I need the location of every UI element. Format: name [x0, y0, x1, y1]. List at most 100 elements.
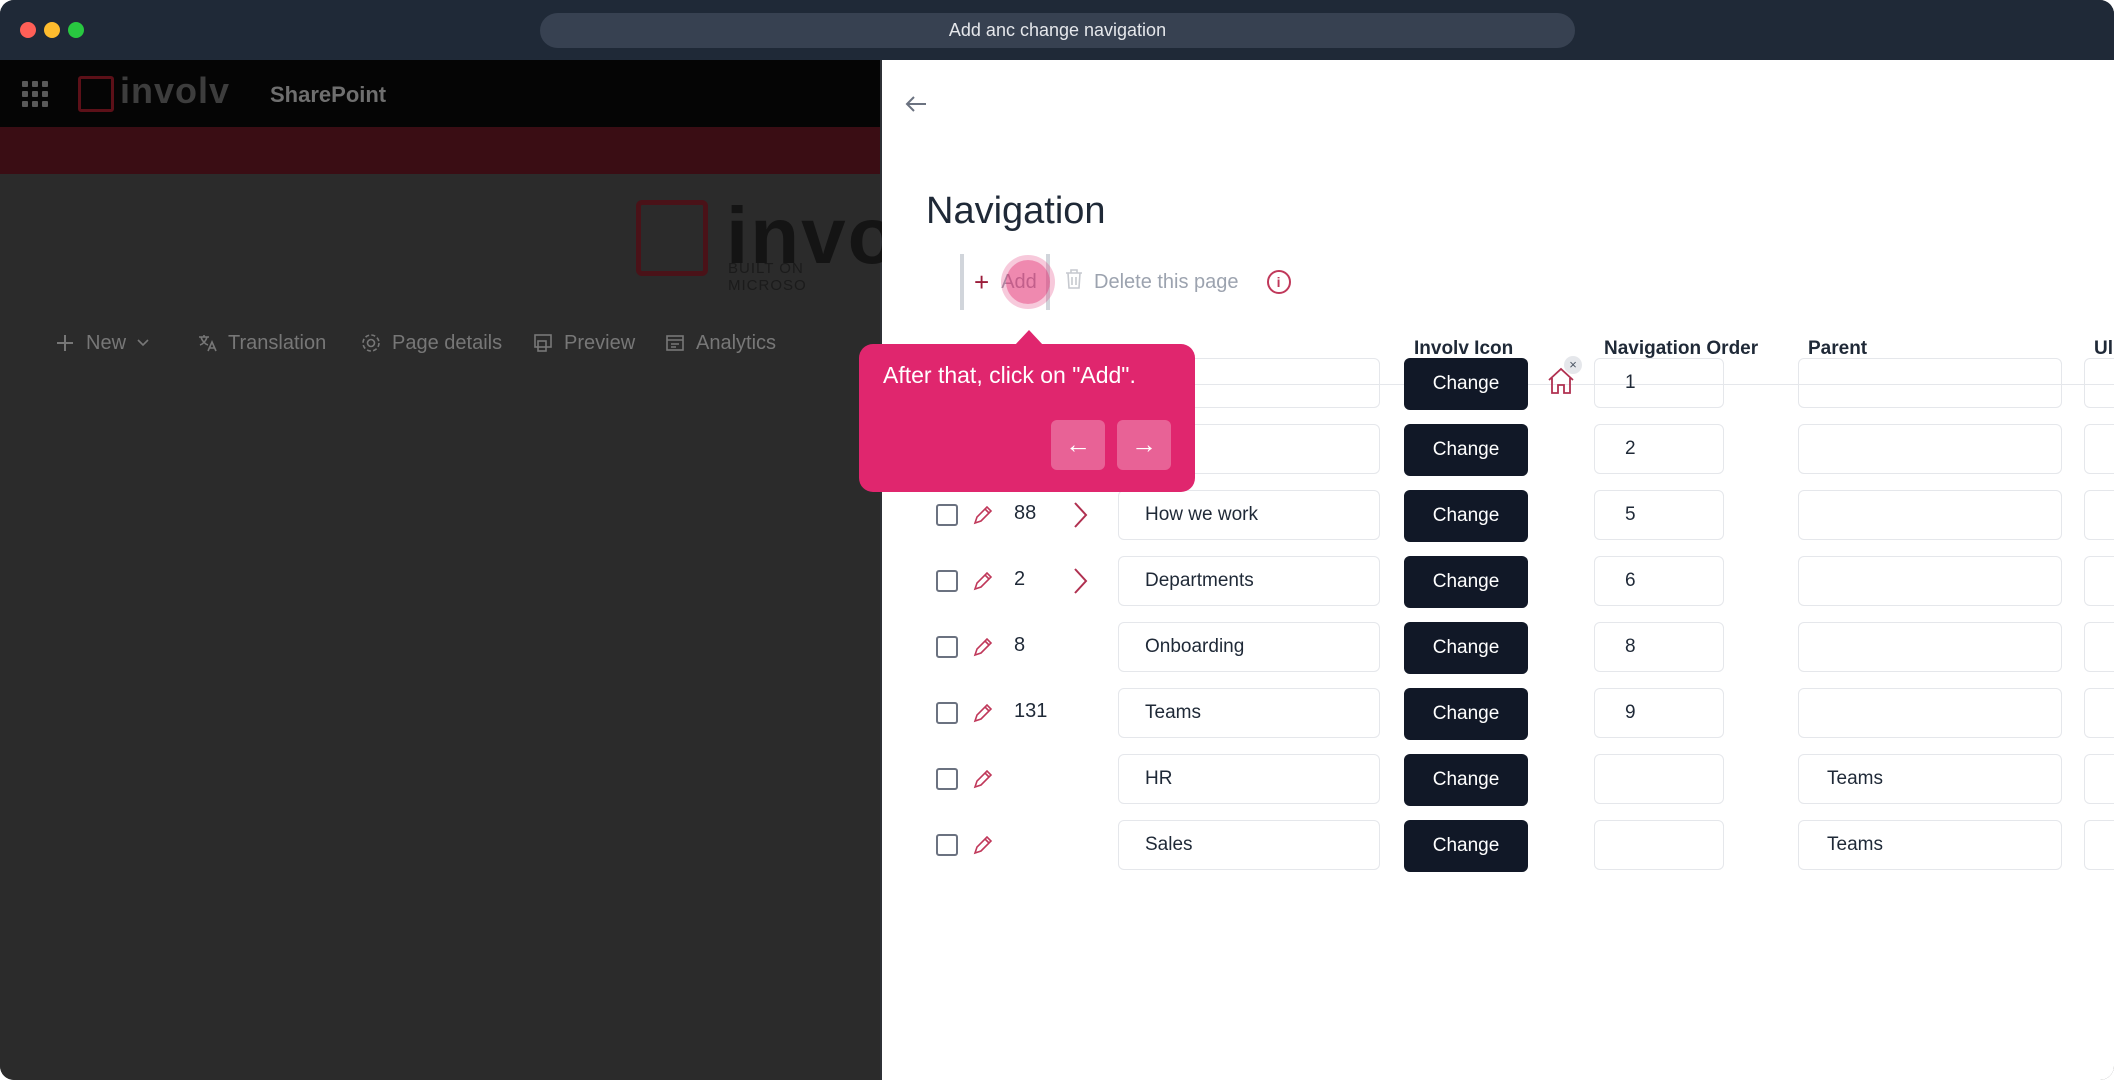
minimize-window-button[interactable] [44, 22, 60, 38]
back-arrow-icon[interactable] [902, 90, 932, 120]
url-field[interactable] [2084, 556, 2114, 606]
parent-field[interactable] [1798, 688, 2062, 738]
browser-window: Add anc change navigation involv SharePo… [0, 0, 2114, 1080]
nav-order-field[interactable] [1594, 754, 1724, 804]
click-highlight [1006, 260, 1050, 304]
row-checkbox[interactable] [936, 636, 958, 658]
analytics-icon [664, 332, 686, 354]
plus-icon: + [974, 267, 990, 297]
window-title: Add anc change navigation [540, 13, 1575, 48]
new-command-label: New [86, 331, 127, 354]
suite-bar: involv SharePoint [0, 60, 880, 127]
parent-field[interactable]: Teams [1798, 754, 2062, 804]
chevron-right-icon[interactable] [1070, 500, 1090, 530]
app-launcher-icon[interactable] [22, 81, 48, 107]
page-details-command-label: Page details [392, 331, 503, 354]
close-window-button[interactable] [20, 22, 36, 38]
analytics-command[interactable]: Analytics [664, 328, 776, 358]
table-row: 88 How we work Change 5 [882, 486, 2114, 546]
pencil-icon[interactable] [970, 700, 996, 726]
preview-icon [532, 332, 554, 354]
nav-order-field[interactable]: 2 [1594, 424, 1724, 474]
analytics-command-label: Analytics [696, 331, 777, 354]
add-button[interactable]: + Add [960, 254, 1050, 310]
change-icon-button[interactable]: Change [1404, 688, 1528, 740]
sharepoint-page: involv SharePoint invo BUILT ON MICROSO … [0, 60, 896, 1080]
table-row: HR Change Teams [882, 750, 2114, 810]
row-checkbox[interactable] [936, 834, 958, 856]
navigation-panel: Navigation + Add Delete this page i Invo… [882, 60, 2114, 1080]
nav-order-field[interactable] [1594, 820, 1724, 870]
url-field[interactable] [2084, 820, 2114, 870]
chevron-down-icon [136, 332, 150, 355]
page-details-command[interactable]: Page details [360, 328, 502, 358]
row-checkbox[interactable] [936, 768, 958, 790]
row-checkbox[interactable] [936, 504, 958, 526]
change-icon-button[interactable]: Change [1404, 820, 1528, 872]
tooltip-text: After that, click on "Add". [883, 362, 1136, 388]
site-logo-subtitle: BUILT ON MICROSO [728, 260, 807, 294]
parent-field[interactable] [1798, 424, 2062, 474]
parent-field[interactable]: Teams [1798, 820, 2062, 870]
delete-page-label: Delete this page [1094, 270, 1239, 293]
nav-name-field[interactable]: Onboarding [1118, 622, 1380, 672]
preview-command-label: Preview [564, 331, 636, 354]
nav-order-field[interactable]: 9 [1594, 688, 1724, 738]
parent-field[interactable] [1798, 358, 2062, 408]
change-icon-button[interactable]: Change [1404, 424, 1528, 476]
parent-field[interactable] [1798, 556, 2062, 606]
preview-command[interactable]: Preview [532, 328, 635, 358]
translate-icon [196, 332, 218, 354]
url-field[interactable] [2084, 754, 2114, 804]
nav-order-field[interactable]: 6 [1594, 556, 1724, 606]
url-field[interactable] [2084, 490, 2114, 540]
sharepoint-app-name[interactable]: SharePoint [270, 82, 386, 108]
nav-name-field[interactable]: Sales [1118, 820, 1380, 870]
plus-icon [54, 332, 76, 354]
delete-page-button[interactable]: Delete this page [1064, 268, 1239, 296]
translation-command[interactable]: Translation [196, 328, 326, 358]
change-icon-button[interactable]: Change [1404, 754, 1528, 806]
pencil-icon[interactable] [970, 502, 996, 528]
nav-order-field[interactable]: 1 [1594, 358, 1724, 408]
remove-icon-button[interactable]: × [1564, 356, 1582, 374]
nav-order-field[interactable]: 8 [1594, 622, 1724, 672]
maximize-window-button[interactable] [68, 22, 84, 38]
tooltip-previous-button[interactable]: ← [1051, 420, 1105, 470]
involv-logo-text: involv [120, 70, 231, 111]
nav-name-field[interactable]: Teams [1118, 688, 1380, 738]
parent-field[interactable] [1798, 622, 2062, 672]
guide-tooltip: After that, click on "Add". ← → [859, 344, 1195, 492]
change-icon-button[interactable]: Change [1404, 622, 1528, 674]
navigation-toolbar: + Add Delete this page i [960, 254, 1291, 310]
nav-order-field[interactable]: 5 [1594, 490, 1724, 540]
trash-icon [1064, 268, 1084, 296]
chevron-right-icon[interactable] [1070, 566, 1090, 596]
nav-name-field[interactable]: How we work [1118, 490, 1380, 540]
url-field[interactable] [2084, 424, 2114, 474]
pencil-icon[interactable] [970, 832, 996, 858]
change-icon-button[interactable]: Change [1404, 358, 1528, 410]
translation-command-label: Translation [228, 331, 327, 354]
row-checkbox[interactable] [936, 570, 958, 592]
new-command[interactable]: New [54, 328, 150, 358]
pencil-icon[interactable] [970, 634, 996, 660]
info-icon[interactable]: i [1266, 270, 1291, 294]
nav-name-field[interactable]: HR [1118, 754, 1380, 804]
row-checkbox[interactable] [936, 702, 958, 724]
change-icon-button[interactable]: Change [1404, 556, 1528, 608]
table-row: 131 Teams Change 9 [882, 684, 2114, 744]
pencil-icon[interactable] [970, 766, 996, 792]
tooltip-pointer [1015, 330, 1043, 345]
parent-field[interactable] [1798, 490, 2062, 540]
url-field[interactable] [2084, 622, 2114, 672]
url-field[interactable] [2084, 358, 2114, 408]
pencil-icon[interactable] [970, 568, 996, 594]
url-field[interactable] [2084, 688, 2114, 738]
tooltip-next-button[interactable]: → [1117, 420, 1171, 470]
nav-name-field[interactable]: Departments [1118, 556, 1380, 606]
title-bar: Add anc change navigation [0, 0, 2114, 60]
row-id: 131 [1014, 700, 1048, 722]
change-icon-button[interactable]: Change [1404, 490, 1528, 542]
row-id: 88 [1014, 502, 1037, 524]
